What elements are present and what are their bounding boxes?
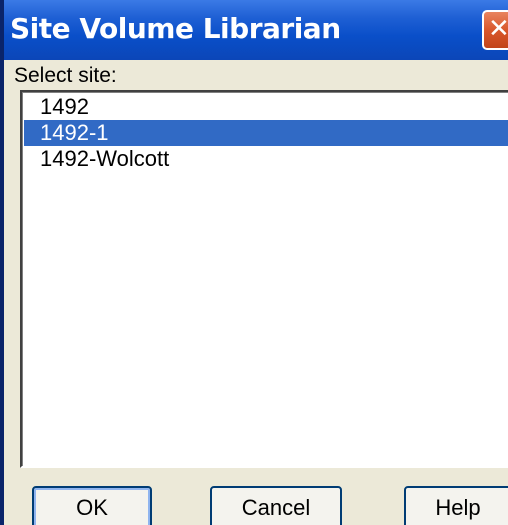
window-title: Site Volume Librarian [10, 12, 341, 45]
cancel-button[interactable]: Cancel [210, 486, 342, 525]
site-list-item[interactable]: 1492-Wolcott [24, 146, 508, 172]
title-bar[interactable]: Site Volume Librarian ✕ [4, 0, 508, 60]
ok-button[interactable]: OK [32, 486, 152, 525]
site-list-item[interactable]: 1492 [24, 94, 508, 120]
select-site-label: Select site: [14, 64, 117, 87]
close-icon: ✕ [488, 14, 508, 44]
help-button[interactable]: Help [404, 486, 508, 525]
screen: Site Volume Librarian ✕ Select site: 149… [0, 0, 508, 525]
site-list-item-selected[interactable]: 1492-1 [24, 120, 508, 146]
close-button[interactable]: ✕ [482, 10, 508, 50]
dialog-window: Site Volume Librarian ✕ Select site: 149… [0, 0, 508, 525]
site-listbox[interactable]: 1492 1492-1 1492-Wolcott [20, 90, 508, 468]
